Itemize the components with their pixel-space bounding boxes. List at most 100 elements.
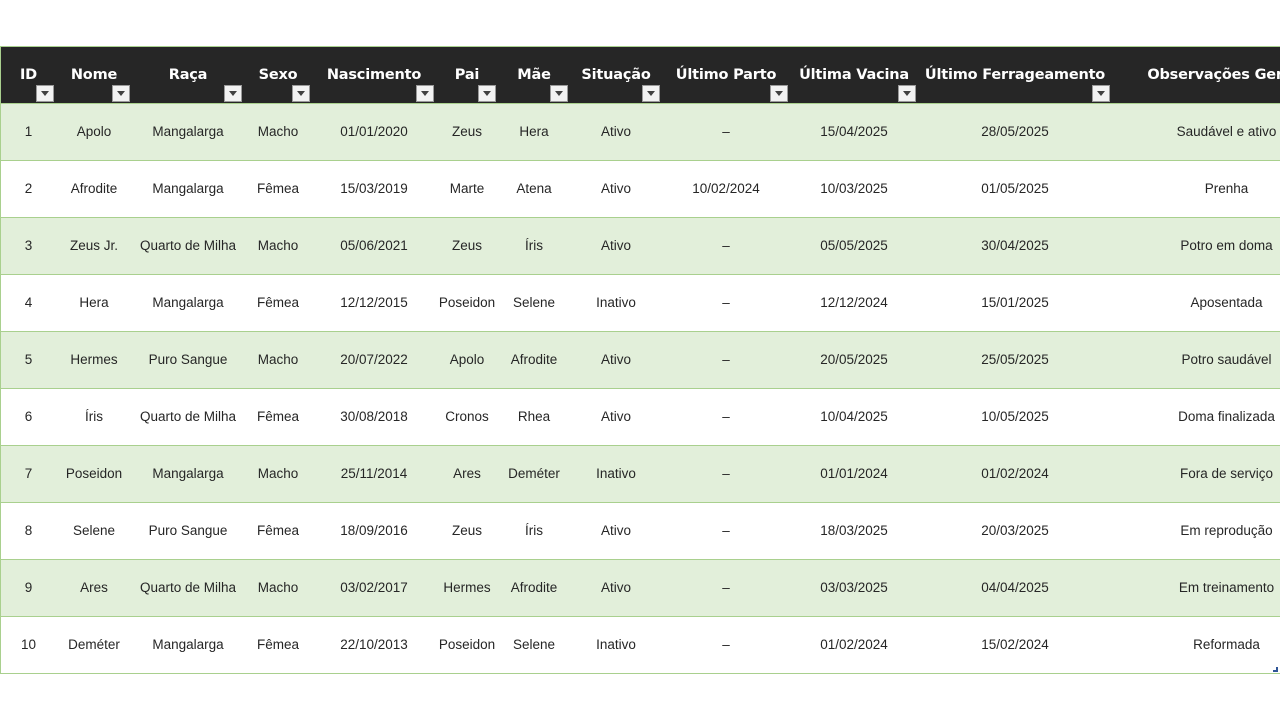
- table-cell[interactable]: Apolo: [56, 102, 132, 160]
- filter-dropdown-button[interactable]: [36, 84, 54, 102]
- table-cell[interactable]: 6: [1, 387, 56, 445]
- table-cell[interactable]: Quarto de Milha: [132, 558, 244, 616]
- table-resize-handle[interactable]: [1273, 667, 1278, 672]
- table-cell[interactable]: Íris: [498, 501, 570, 559]
- table-cell[interactable]: Ativo: [570, 387, 662, 445]
- table-cell[interactable]: Zeus: [436, 501, 498, 559]
- table-cell[interactable]: 25/11/2014: [312, 444, 436, 502]
- table-cell[interactable]: Zeus: [436, 216, 498, 274]
- table-cell[interactable]: Fêmea: [244, 387, 312, 445]
- table-cell[interactable]: 03/03/2025: [790, 558, 918, 616]
- table-cell[interactable]: Deméter: [56, 615, 132, 673]
- table-cell[interactable]: 8: [1, 501, 56, 559]
- table-cell[interactable]: Aposentada: [1112, 273, 1280, 331]
- table-cell[interactable]: 18/03/2025: [790, 501, 918, 559]
- table-cell[interactable]: 04/04/2025: [918, 558, 1112, 616]
- table-cell[interactable]: 20/05/2025: [790, 330, 918, 388]
- table-cell[interactable]: 18/09/2016: [312, 501, 436, 559]
- filter-dropdown-button[interactable]: [416, 84, 434, 102]
- table-cell[interactable]: 25/05/2025: [918, 330, 1112, 388]
- table-cell[interactable]: Fêmea: [244, 159, 312, 217]
- table-cell[interactable]: –: [662, 387, 790, 445]
- table-cell[interactable]: Apolo: [436, 330, 498, 388]
- table-cell[interactable]: Macho: [244, 102, 312, 160]
- table-cell[interactable]: Mangalarga: [132, 159, 244, 217]
- table-cell[interactable]: 10/03/2025: [790, 159, 918, 217]
- filter-dropdown-button[interactable]: [898, 84, 916, 102]
- table-cell[interactable]: Poseidon: [56, 444, 132, 502]
- table-cell[interactable]: 10: [1, 615, 56, 673]
- table-cell[interactable]: Poseidon: [436, 273, 498, 331]
- filter-dropdown-button[interactable]: [478, 84, 496, 102]
- table-cell[interactable]: 22/10/2013: [312, 615, 436, 673]
- table-cell[interactable]: 30/08/2018: [312, 387, 436, 445]
- filter-dropdown-button[interactable]: [642, 84, 660, 102]
- table-cell[interactable]: Mangalarga: [132, 102, 244, 160]
- table-cell[interactable]: Macho: [244, 330, 312, 388]
- table-cell[interactable]: Selene: [56, 501, 132, 559]
- table-cell[interactable]: Fêmea: [244, 501, 312, 559]
- table-cell[interactable]: 10/02/2024: [662, 159, 790, 217]
- table-cell[interactable]: 10/04/2025: [790, 387, 918, 445]
- table-cell[interactable]: –: [662, 615, 790, 673]
- table-cell[interactable]: –: [662, 102, 790, 160]
- table-cell[interactable]: Ativo: [570, 330, 662, 388]
- table-cell[interactable]: 1: [1, 102, 56, 160]
- table-cell[interactable]: –: [662, 216, 790, 274]
- table-cell[interactable]: Hera: [498, 102, 570, 160]
- table-cell[interactable]: Ativo: [570, 216, 662, 274]
- table-cell[interactable]: Fêmea: [244, 273, 312, 331]
- table-cell[interactable]: Saudável e ativo: [1112, 102, 1280, 160]
- table-cell[interactable]: Potro saudável: [1112, 330, 1280, 388]
- table-cell[interactable]: Em reprodução: [1112, 501, 1280, 559]
- table-cell[interactable]: 15/04/2025: [790, 102, 918, 160]
- table-cell[interactable]: Selene: [498, 273, 570, 331]
- table-cell[interactable]: 10/05/2025: [918, 387, 1112, 445]
- table-cell[interactable]: Puro Sangue: [132, 330, 244, 388]
- table-cell[interactable]: Doma finalizada: [1112, 387, 1280, 445]
- table-cell[interactable]: Mangalarga: [132, 444, 244, 502]
- table-cell[interactable]: Fora de serviço: [1112, 444, 1280, 502]
- filter-dropdown-button[interactable]: [770, 84, 788, 102]
- table-cell[interactable]: 12/12/2024: [790, 273, 918, 331]
- table-cell[interactable]: 20/03/2025: [918, 501, 1112, 559]
- table-cell[interactable]: Zeus Jr.: [56, 216, 132, 274]
- table-cell[interactable]: 7: [1, 444, 56, 502]
- table-cell[interactable]: Ativo: [570, 558, 662, 616]
- table-cell[interactable]: Macho: [244, 216, 312, 274]
- table-cell[interactable]: Em treinamento: [1112, 558, 1280, 616]
- table-cell[interactable]: 05/06/2021: [312, 216, 436, 274]
- table-cell[interactable]: 15/03/2019: [312, 159, 436, 217]
- table-cell[interactable]: Ativo: [570, 159, 662, 217]
- table-cell[interactable]: 01/01/2024: [790, 444, 918, 502]
- table-cell[interactable]: Mangalarga: [132, 273, 244, 331]
- table-cell[interactable]: –: [662, 501, 790, 559]
- filter-dropdown-button[interactable]: [224, 84, 242, 102]
- table-cell[interactable]: –: [662, 273, 790, 331]
- table-cell[interactable]: 30/04/2025: [918, 216, 1112, 274]
- table-cell[interactable]: 3: [1, 216, 56, 274]
- filter-dropdown-button[interactable]: [112, 84, 130, 102]
- table-cell[interactable]: Ares: [436, 444, 498, 502]
- table-cell[interactable]: –: [662, 444, 790, 502]
- table-cell[interactable]: Íris: [498, 216, 570, 274]
- table-cell[interactable]: 2: [1, 159, 56, 217]
- table-cell[interactable]: Inativo: [570, 615, 662, 673]
- table-cell[interactable]: 01/01/2020: [312, 102, 436, 160]
- table-cell[interactable]: Hermes: [56, 330, 132, 388]
- filter-dropdown-button[interactable]: [1092, 84, 1110, 102]
- table-cell[interactable]: 15/01/2025: [918, 273, 1112, 331]
- table-cell[interactable]: Inativo: [570, 444, 662, 502]
- table-cell[interactable]: Puro Sangue: [132, 501, 244, 559]
- table-cell[interactable]: Ativo: [570, 501, 662, 559]
- table-cell[interactable]: Ativo: [570, 102, 662, 160]
- table-cell[interactable]: 9: [1, 558, 56, 616]
- filter-dropdown-button[interactable]: [292, 84, 310, 102]
- table-cell[interactable]: Afrodite: [56, 159, 132, 217]
- table-cell[interactable]: Afrodite: [498, 330, 570, 388]
- table-cell[interactable]: Poseidon: [436, 615, 498, 673]
- table-cell[interactable]: Selene: [498, 615, 570, 673]
- table-cell[interactable]: 15/02/2024: [918, 615, 1112, 673]
- table-cell[interactable]: –: [662, 330, 790, 388]
- table-cell[interactable]: Quarto de Milha: [132, 216, 244, 274]
